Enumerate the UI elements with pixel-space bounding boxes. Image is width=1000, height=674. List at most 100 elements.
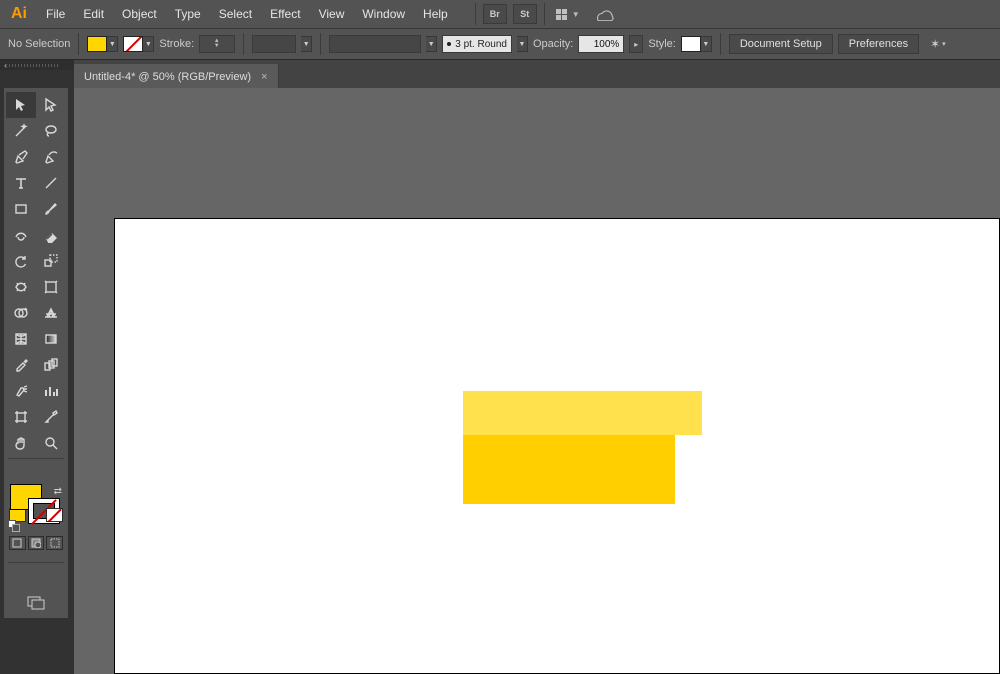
eyedropper-tool[interactable] — [6, 352, 36, 378]
separator — [720, 33, 721, 55]
brush-definition[interactable] — [329, 35, 421, 53]
direct-selection-tool[interactable] — [36, 92, 66, 118]
draw-inside-button[interactable] — [46, 536, 63, 550]
tools-panel: ⇄ — [4, 88, 68, 618]
magic-wand-tool[interactable] — [6, 118, 36, 144]
column-graph-tool[interactable] — [36, 378, 66, 404]
control-flyout-button[interactable]: ✶▾ — [930, 37, 946, 51]
draw-behind-button[interactable] — [28, 536, 45, 550]
menu-view[interactable]: View — [311, 0, 353, 28]
separator — [320, 33, 321, 55]
chevron-down-icon: ▼ — [701, 36, 712, 52]
rectangle-tool[interactable] — [6, 196, 36, 222]
menu-edit[interactable]: Edit — [75, 0, 112, 28]
stroke-weight-input[interactable]: ▲▼ — [199, 35, 235, 53]
chevron-down-icon[interactable]: ▼ — [517, 36, 528, 52]
stroke-swatch-icon — [123, 36, 143, 52]
sync-settings-icon[interactable] — [592, 5, 614, 23]
menu-file[interactable]: File — [38, 0, 73, 28]
chevron-down-icon: ▼ — [107, 36, 118, 52]
blend-tool[interactable] — [36, 352, 66, 378]
collapse-arrows-icon: ‹‹ — [4, 61, 5, 70]
perspective-grid-tool[interactable] — [36, 300, 66, 326]
grip-icon — [9, 64, 58, 67]
graphic-style-picker[interactable]: ▼ — [681, 36, 712, 52]
scale-tool[interactable] — [36, 248, 66, 274]
separator — [8, 562, 64, 563]
draw-normal-button[interactable] — [9, 536, 26, 550]
gradient-tool[interactable] — [36, 326, 66, 352]
color-mode-none[interactable] — [46, 508, 63, 522]
document-tab[interactable]: Untitled-4* @ 50% (RGB/Preview) × — [74, 64, 279, 90]
shape-builder-tool[interactable] — [6, 300, 36, 326]
separator — [78, 33, 79, 55]
slice-tool[interactable] — [36, 404, 66, 430]
draw-mode-row — [6, 534, 66, 552]
document-tab-strip: Untitled-4* @ 50% (RGB/Preview) × — [74, 60, 1000, 88]
style-label: Style: — [648, 38, 676, 50]
line-segment-tool[interactable] — [36, 170, 66, 196]
opacity-input[interactable]: 100% — [578, 35, 624, 53]
menu-object[interactable]: Object — [114, 0, 165, 28]
pen-tool[interactable] — [6, 144, 36, 170]
canvas-area[interactable] — [74, 88, 1000, 674]
fill-color-picker[interactable]: ▼ — [87, 36, 118, 52]
default-colors-button[interactable] — [8, 520, 20, 532]
swap-colors-button[interactable]: ⇄ — [54, 486, 62, 497]
width-tool[interactable] — [6, 274, 36, 300]
preferences-button[interactable]: Preferences — [838, 34, 919, 54]
stock-button[interactable]: St — [513, 4, 537, 24]
paintbrush-tool[interactable] — [36, 196, 66, 222]
document-setup-button[interactable]: Document Setup — [729, 34, 833, 54]
separator — [544, 3, 545, 25]
free-transform-tool[interactable] — [36, 274, 66, 300]
menu-effect[interactable]: Effect — [262, 0, 308, 28]
artwork-rectangle-light[interactable] — [463, 391, 702, 435]
selection-status: No Selection — [8, 38, 70, 50]
variable-width-profile[interactable] — [252, 35, 296, 53]
artboard[interactable] — [114, 218, 1000, 674]
chevron-down-icon: ▼ — [143, 36, 154, 52]
stroke-color-picker[interactable]: ▼ — [123, 36, 154, 52]
eraser-tool[interactable] — [36, 222, 66, 248]
stroke-profile-label: 3 pt. Round — [455, 39, 507, 50]
chevron-down-icon: ▼ — [572, 10, 580, 19]
app-logo: Ai — [8, 3, 30, 25]
lasso-tool[interactable] — [36, 118, 66, 144]
artboard-tool[interactable] — [6, 404, 36, 430]
curvature-tool[interactable] — [36, 144, 66, 170]
menu-window[interactable]: Window — [354, 0, 413, 28]
type-tool[interactable] — [6, 170, 36, 196]
fill-swatch-icon — [87, 36, 107, 52]
chevron-down-icon[interactable]: ▼ — [301, 36, 312, 52]
document-tab-title: Untitled-4* @ 50% (RGB/Preview) — [84, 71, 251, 83]
dot-icon — [447, 42, 451, 46]
zoom-tool[interactable] — [36, 430, 66, 456]
bridge-button[interactable]: Br — [483, 4, 507, 24]
mesh-tool[interactable] — [6, 326, 36, 352]
symbol-sprayer-tool[interactable] — [6, 378, 36, 404]
separator — [475, 3, 476, 25]
stroke-label: Stroke: — [159, 38, 194, 50]
workspace-switcher[interactable]: ▼ — [556, 9, 580, 20]
rotate-tool[interactable] — [6, 248, 36, 274]
style-swatch-icon — [681, 36, 701, 52]
opacity-label: Opacity: — [533, 38, 573, 50]
control-bar: No Selection ▼ ▼ Stroke: ▲▼ ▼ ▼ 3 pt. Ro… — [0, 28, 1000, 60]
hand-tool[interactable] — [6, 430, 36, 456]
chevron-down-icon[interactable]: ▼ — [426, 36, 437, 52]
workspace-icon — [556, 9, 567, 20]
separator — [243, 33, 244, 55]
menu-help[interactable]: Help — [415, 0, 456, 28]
panel-collapse-strip[interactable]: ‹‹ — [0, 60, 74, 70]
menu-select[interactable]: Select — [211, 0, 260, 28]
selection-tool[interactable] — [6, 92, 36, 118]
opacity-flyout[interactable]: ▸ — [629, 35, 643, 53]
stepper-icon: ▲▼ — [214, 39, 220, 49]
menu-bar: Ai File Edit Object Type Select Effect V… — [0, 0, 1000, 28]
stroke-profile[interactable]: 3 pt. Round — [442, 35, 512, 53]
screen-mode-button[interactable] — [6, 592, 66, 614]
shaper-tool[interactable] — [6, 222, 36, 248]
menu-type[interactable]: Type — [167, 0, 209, 28]
close-tab-button[interactable]: × — [261, 71, 267, 83]
